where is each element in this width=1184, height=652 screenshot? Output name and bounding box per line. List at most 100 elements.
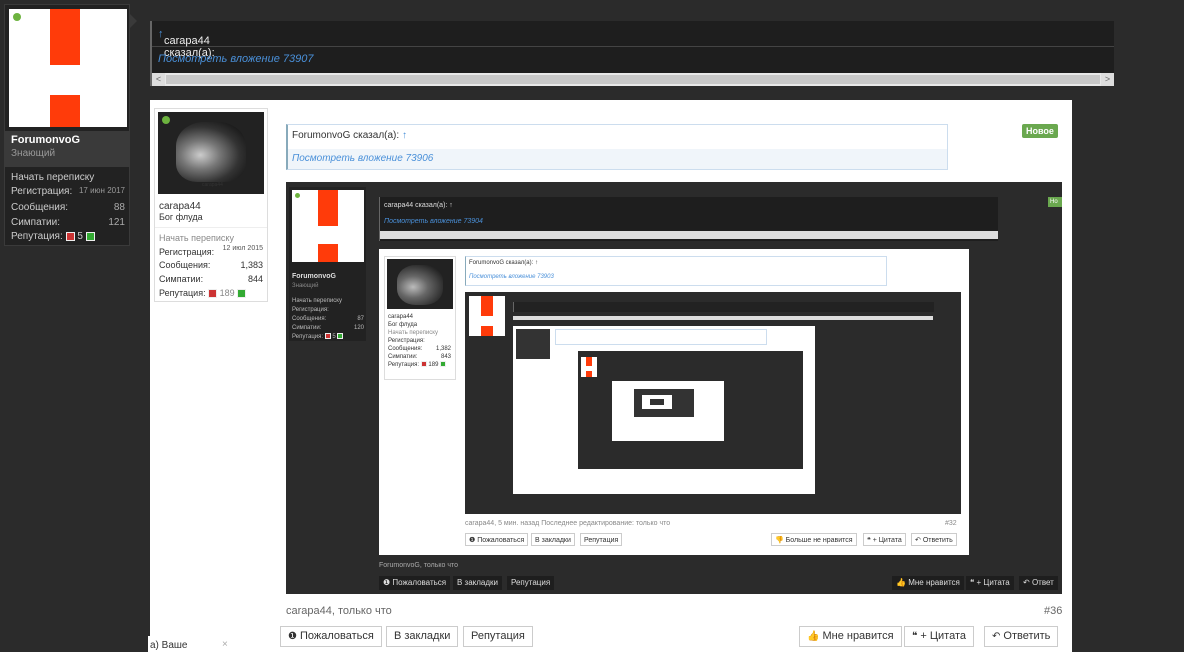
embedded-user-card: ForumonvoG Знающий Начать переписку Реги… <box>289 187 366 341</box>
attachment-link[interactable]: Посмотреть вложение 73907 <box>158 53 313 65</box>
reputation-value: 189 <box>219 288 235 298</box>
start-conversation-link[interactable]: Начать переписку <box>159 233 263 243</box>
embedded-post: carapa44 Бог флуда Начать переписку Реги… <box>379 249 969 555</box>
post-username[interactable]: carapa44 <box>159 201 201 212</box>
embedded-reputation: Репутация: <box>292 334 324 340</box>
embedded-reputation-button: Репутация <box>580 533 623 546</box>
registration-row: Регистрация: 12 июл 2015 <box>159 245 263 257</box>
post-meta[interactable]: carapa44, только что <box>286 605 392 617</box>
embedded-post-start-conversation: Начать переписку <box>388 330 438 336</box>
embedded-footer: ForumonvoG, только что <box>379 562 458 569</box>
like-button[interactable]: 👍 Мне нравится <box>799 626 902 647</box>
registration-label: Регистрация: <box>159 247 215 257</box>
post-number[interactable]: #36 <box>1044 605 1062 617</box>
scroll-right-icon[interactable]: > <box>1101 73 1114 86</box>
user-title: Знающий <box>11 148 56 159</box>
horizontal-scrollbar[interactable]: < > <box>152 73 1114 86</box>
embedded-post-user-title: Бог флуда <box>388 322 418 328</box>
post-avatar[interactable]: carapa44 <box>158 112 264 194</box>
registration-value: 12 июл 2015 <box>222 245 263 252</box>
embedded-likes-value: 120 <box>353 325 364 331</box>
embedded-outer-bookmark-button: В закладки <box>453 576 503 590</box>
embedded-likes: Симпатии: <box>292 325 322 331</box>
messages-label: Сообщения: <box>11 202 69 213</box>
messages-label: Сообщения: <box>159 260 211 270</box>
embedded-unlike-button: 👎 Больше не нравится <box>771 533 857 546</box>
notification-popup: а) Ваше × <box>148 636 236 652</box>
embedded-level6-screenshot <box>634 389 694 417</box>
embedded-post-likes: Симпатии: <box>388 354 418 360</box>
quote-jump-icon[interactable]: ↑ <box>402 130 407 141</box>
reputation-minus-icon[interactable] <box>208 289 218 299</box>
embedded-user-title: Знающий <box>292 283 319 289</box>
reputation-row: Репутация: 189 <box>159 288 263 299</box>
report-icon: ❶ <box>288 631 297 642</box>
embedded-post-reputation: Репутация: <box>388 362 420 368</box>
reputation-button[interactable]: Репутация <box>463 626 533 647</box>
registration-row: Регистрация: 17 июн 2017 <box>11 186 125 197</box>
embedded-post-number: #32 <box>945 520 957 527</box>
attachment-image[interactable]: ForumonvoG Знающий Начать переписку Реги… <box>286 182 1062 594</box>
likes-row: Симпатии: 844 <box>159 274 263 284</box>
quote-button[interactable]: ❝ + Цитата <box>904 626 974 647</box>
reply-icon: ↶ <box>992 631 1001 642</box>
post-quote-author[interactable]: ForumonvoG сказал(а): <box>292 130 399 141</box>
reputation-label: Репутация: <box>11 231 63 242</box>
embedded-start-conversation: Начать переписку <box>292 298 342 304</box>
embedded-post-quote: ForumonvoG сказал(а): ↑ Посмотреть вложе… <box>465 256 887 286</box>
embedded-post-footer: carapa44, 5 мин. назад Последнее редакти… <box>465 520 671 527</box>
reputation-plus-icon[interactable] <box>85 231 95 241</box>
embedded-outer-reply-button: ↶ Ответ <box>1019 576 1058 590</box>
like-label: Мне нравится <box>822 630 894 642</box>
embedded-post-messages: Сообщения: <box>388 346 423 352</box>
avatar[interactable] <box>9 9 127 127</box>
reputation-value: 5 <box>77 231 83 242</box>
reputation-plus-icon[interactable] <box>237 289 247 299</box>
username[interactable]: ForumonvoG <box>11 134 80 146</box>
embedded-post-quote-author: ForumonvoG сказал(а): ↑ <box>469 260 538 266</box>
embedded-post-likes-value: 843 <box>440 354 451 360</box>
messages-row: Сообщения: 88 <box>11 202 125 213</box>
likes-label: Симпатии: <box>159 274 204 284</box>
close-icon[interactable]: × <box>222 639 228 650</box>
reputation-minus-icon[interactable] <box>65 231 75 241</box>
scroll-left-icon[interactable]: < <box>152 73 165 86</box>
likes-value: 121 <box>108 217 125 228</box>
embedded-quote-author: carapa44 сказал(а): ↑ <box>384 202 453 209</box>
embedded-outer-like-button: 👍 Мне нравится <box>892 576 964 590</box>
divider <box>155 227 267 228</box>
embedded-post-messages-value: 1,382 <box>435 346 451 352</box>
start-conversation-link[interactable]: Начать переписку <box>11 172 125 183</box>
avatar-logo-bottom <box>50 95 80 127</box>
embedded-report-button: ❶ Пожаловаться <box>465 533 529 546</box>
embedded-level4-screenshot <box>578 351 803 469</box>
post-user-card: carapa44 carapa44 Бог флуда Начать переп… <box>154 108 268 302</box>
online-indicator-icon <box>162 116 170 124</box>
embedded-nested-screenshot <box>465 292 961 514</box>
scrollbar-thumb[interactable] <box>166 75 1100 84</box>
post-user-title: Бог флуда <box>159 212 203 222</box>
embedded-quote-link: Посмотреть вложение 73904 <box>384 218 483 225</box>
thumbs-up-icon: 👍 <box>807 631 820 642</box>
post-attachment-link[interactable]: Посмотреть вложение 73906 <box>292 153 433 164</box>
user-name-block: ForumonvoG Знающий <box>5 131 129 167</box>
reply-button[interactable]: ↶ Ответить <box>984 626 1059 647</box>
embedded-reply-button: ↶ Ответить <box>911 533 957 546</box>
avatar-photo <box>176 122 246 182</box>
embedded-post-avatar <box>387 259 453 309</box>
embedded-quote-button: ❝ + Цитата <box>863 533 906 546</box>
avatar-caption: carapa44 <box>202 182 223 188</box>
user-card-arrow <box>130 14 137 28</box>
report-button[interactable]: ❶ Пожаловаться <box>280 626 382 647</box>
embedded-outer-report-button: ❶ Пожаловаться <box>379 576 451 590</box>
messages-value[interactable]: 1,383 <box>240 260 263 270</box>
post-quote: ForumonvoG сказал(а): ↑ Посмотреть вложе… <box>286 124 948 170</box>
messages-value[interactable]: 88 <box>114 202 125 213</box>
new-badge: Новое <box>1022 124 1058 138</box>
quote-jump-icon[interactable]: ↑ <box>158 28 164 40</box>
bookmark-button[interactable]: В закладки <box>386 626 459 647</box>
embedded-post-actions: ❶ Пожаловаться В закладки Репутация 👎 Бо… <box>465 533 961 547</box>
registration-value: 17 июн 2017 <box>78 186 125 195</box>
reply-label: Ответить <box>1003 630 1051 642</box>
embedded-post-reputation-value: 189 <box>428 362 439 368</box>
